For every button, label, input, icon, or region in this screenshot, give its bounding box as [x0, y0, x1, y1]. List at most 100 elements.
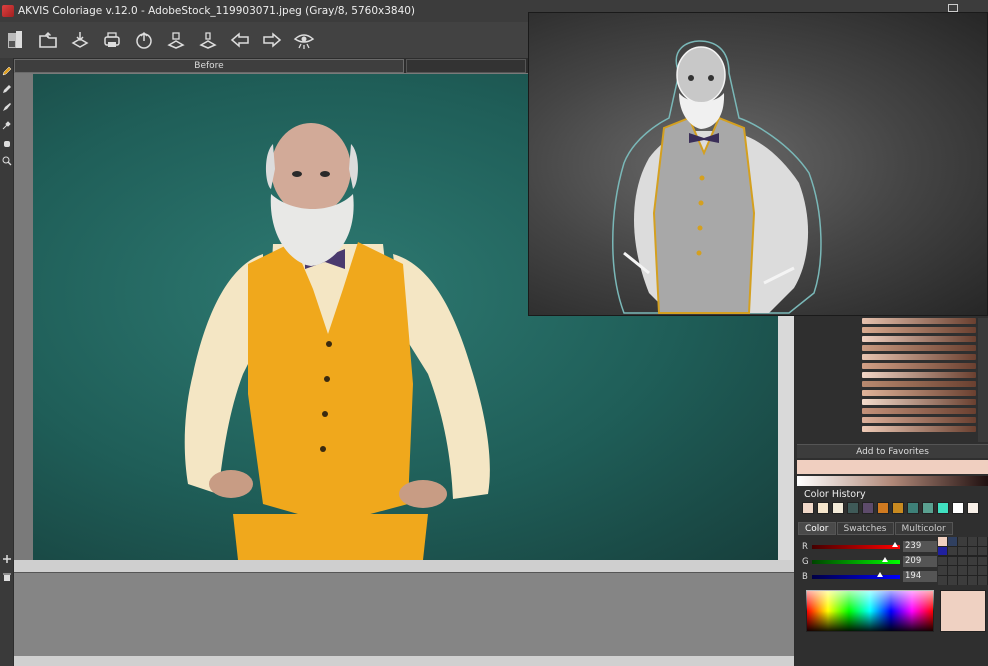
custom-color-cell[interactable] [958, 556, 967, 566]
maximize-button[interactable] [948, 4, 958, 12]
eyedropper-tool[interactable] [1, 116, 12, 134]
green-slider[interactable] [812, 556, 900, 564]
preview-button[interactable] [288, 24, 320, 56]
color-spectrum[interactable] [806, 590, 934, 632]
color-history-swatch[interactable] [862, 502, 874, 514]
green-value-field[interactable]: 209 [903, 556, 937, 567]
color-history-swatch[interactable] [967, 502, 979, 514]
custom-color-cell[interactable] [938, 576, 947, 585]
color-history-swatch[interactable] [847, 502, 859, 514]
magic-tube-icon [2, 103, 11, 111]
color-history-swatch[interactable] [802, 502, 814, 514]
color-history-swatch[interactable] [937, 502, 949, 514]
undo-button[interactable] [224, 24, 256, 56]
preview-window[interactable] [528, 12, 988, 316]
eyedropper-icon [2, 121, 11, 130]
skin-swatch-row[interactable] [862, 390, 976, 396]
skin-swatch-row[interactable] [862, 327, 976, 333]
custom-color-cell[interactable] [948, 546, 957, 556]
batch-button[interactable] [160, 24, 192, 56]
custom-color-cell[interactable] [958, 566, 967, 575]
plugin-button[interactable] [192, 24, 224, 56]
blue-slider-thumb[interactable] [877, 571, 883, 577]
skin-swatch-row[interactable] [862, 417, 976, 423]
brightness-strip[interactable] [797, 476, 988, 486]
share-button[interactable] [128, 24, 160, 56]
skin-swatch-row[interactable] [862, 363, 976, 369]
custom-color-cell[interactable] [938, 556, 947, 566]
eraser-tool[interactable] [1, 80, 12, 98]
custom-color-cell[interactable] [938, 546, 947, 556]
skin-swatch-list[interactable] [862, 318, 976, 442]
custom-colors-grid[interactable] [938, 537, 988, 585]
red-slider-thumb[interactable] [892, 541, 898, 547]
color-history-swatch[interactable] [922, 502, 934, 514]
hand-tool[interactable] [1, 134, 12, 152]
skin-swatch-row[interactable] [862, 372, 976, 378]
color-history-swatch[interactable] [817, 502, 829, 514]
custom-color-cell[interactable] [968, 556, 977, 566]
custom-color-cell[interactable] [938, 537, 947, 546]
custom-color-cell[interactable] [958, 546, 967, 556]
color-history-swatch[interactable] [952, 502, 964, 514]
custom-color-cell[interactable] [978, 566, 987, 575]
redo-button[interactable] [256, 24, 288, 56]
custom-color-cell[interactable] [948, 537, 957, 546]
current-color-swatch [940, 590, 986, 632]
custom-color-cell[interactable] [938, 566, 947, 575]
pencil-tool[interactable] [1, 62, 12, 80]
tab-color[interactable]: Color [798, 522, 836, 535]
custom-color-cell[interactable] [978, 537, 987, 546]
save-button[interactable] [64, 24, 96, 56]
custom-color-cell[interactable] [978, 556, 987, 566]
add-to-favorites-button[interactable]: Add to Favorites [797, 444, 988, 458]
skin-swatch-row[interactable] [862, 345, 976, 351]
custom-color-cell[interactable] [968, 537, 977, 546]
skin-swatch-row[interactable] [862, 408, 976, 414]
skin-swatch-row[interactable] [862, 399, 976, 405]
red-label: R [802, 541, 808, 552]
tab-before[interactable]: Before [14, 59, 404, 73]
custom-color-cell[interactable] [958, 537, 967, 546]
custom-color-cell[interactable] [948, 556, 957, 566]
skin-swatch-row[interactable] [862, 336, 976, 342]
skin-swatch-row[interactable] [862, 381, 976, 387]
blue-value-field[interactable]: 194 [903, 571, 937, 582]
custom-color-cell[interactable] [948, 576, 957, 585]
blue-slider[interactable] [812, 571, 900, 579]
horizontal-scrollbar[interactable] [14, 560, 794, 572]
skin-swatch-row[interactable] [862, 426, 976, 432]
home-icon [8, 31, 22, 48]
open-icon [39, 32, 57, 48]
color-history-swatch[interactable] [907, 502, 919, 514]
print-button[interactable] [96, 24, 128, 56]
delete-button[interactable] [1, 568, 12, 586]
custom-color-cell[interactable] [978, 546, 987, 556]
skin-swatch-row[interactable] [862, 354, 976, 360]
home-button[interactable] [0, 24, 32, 56]
green-slider-thumb[interactable] [882, 556, 888, 562]
magic-tube-tool[interactable] [1, 98, 12, 116]
status-bar [14, 656, 794, 666]
zoom-tool[interactable] [1, 152, 12, 170]
app-window: AKVIS Coloriage v.12.0 - AdobeStock_1199… [0, 0, 988, 666]
custom-color-cell[interactable] [968, 576, 977, 585]
custom-color-cell[interactable] [978, 576, 987, 585]
color-history-swatch[interactable] [832, 502, 844, 514]
plus-icon [2, 555, 11, 563]
custom-color-cell[interactable] [958, 576, 967, 585]
tab-swatches[interactable]: Swatches [836, 522, 894, 535]
swatch-scrollbar[interactable] [978, 318, 988, 442]
open-button[interactable] [32, 24, 64, 56]
add-button[interactable] [1, 550, 12, 568]
custom-color-cell[interactable] [968, 546, 977, 556]
skin-swatch-row[interactable] [862, 318, 976, 324]
red-value-field[interactable]: 239 [903, 541, 937, 552]
custom-color-cell[interactable] [968, 566, 977, 575]
custom-color-cell[interactable] [948, 566, 957, 575]
tab-after[interactable] [406, 59, 526, 73]
color-history-swatch[interactable] [892, 502, 904, 514]
tab-multicolor[interactable]: Multicolor [894, 522, 953, 535]
color-history-swatch[interactable] [877, 502, 889, 514]
red-slider[interactable] [812, 541, 900, 549]
